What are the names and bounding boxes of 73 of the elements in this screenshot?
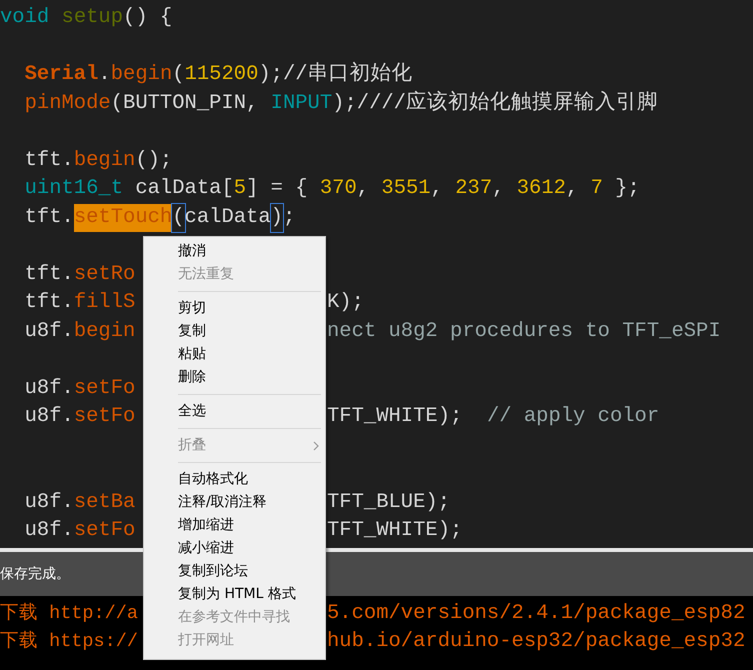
code-token: 3551 <box>381 176 431 202</box>
code-token: , <box>430 176 444 202</box>
code-token: TFT_WHITE); <box>327 518 462 544</box>
code-token: u8f. <box>24 518 74 544</box>
code-comment: // apply color <box>486 404 660 430</box>
code-token: u8f. <box>24 404 74 430</box>
code-token: tft. <box>24 204 74 230</box>
code-token: 370 <box>320 176 357 202</box>
code-token: ] = { <box>246 176 309 202</box>
code-token: setFo <box>74 404 136 430</box>
code-token: 237 <box>455 176 492 202</box>
code-token: begin <box>110 62 172 88</box>
code-token: );////应该初始化触摸屏输入引脚 <box>332 90 658 116</box>
code-token: (BUTTON_PIN, <box>110 90 260 116</box>
code-token: , <box>492 176 506 202</box>
code-token: (); <box>135 148 172 174</box>
menu-item[interactable]: 自动格式化 <box>144 468 325 491</box>
menu-item[interactable]: 复制为 HTML 格式 <box>144 583 325 606</box>
menu-item[interactable]: 复制 <box>144 320 325 343</box>
code-token: u8f. <box>24 318 74 344</box>
menu-item[interactable]: 撤消 <box>144 240 325 263</box>
code-token: tft. <box>24 148 74 174</box>
code-token: pinMode <box>24 90 111 116</box>
highlighted-code: setTouch <box>74 204 172 232</box>
code-token: setFo <box>74 518 136 544</box>
code-token: ) <box>270 204 283 232</box>
code-token: 115200 <box>184 62 258 88</box>
code-token: tft. <box>24 262 74 288</box>
code-token: begin <box>74 318 136 344</box>
code-token: 3612 <box>516 176 566 202</box>
code-token: ; <box>282 204 296 230</box>
menu-item[interactable]: 剪切 <box>144 297 325 320</box>
code-token: }; <box>614 176 640 202</box>
code-token: calData[ <box>134 176 234 202</box>
status-text: 保存完成。 <box>0 564 70 584</box>
code-token: . <box>98 62 111 88</box>
console-text: 5.com/versions/2.4.1/package_esp82 <box>327 601 746 627</box>
code-token: INPUT <box>270 90 332 116</box>
console-text: hub.io/arduino-esp32/package_esp32 <box>327 629 746 655</box>
code-token: );//串口初始化 <box>258 61 413 88</box>
menu-item[interactable]: 复制到论坛 <box>144 560 325 583</box>
code-token: K); <box>327 290 364 316</box>
code-token: 5 <box>234 176 246 202</box>
code-token: begin <box>74 148 136 174</box>
code-token: fillS <box>74 290 136 316</box>
menu-item[interactable]: 减小缩进 <box>144 537 325 560</box>
menu-item[interactable]: 全选 <box>144 400 325 423</box>
code-token: setBa <box>74 490 136 516</box>
code-token: u8f. <box>24 376 74 402</box>
code-token: ( <box>172 62 185 88</box>
code-token: , <box>356 176 370 202</box>
code-token: tft. <box>24 290 74 316</box>
code-token: 7 <box>590 176 603 202</box>
code-token: TFT_WHITE); <box>327 404 464 430</box>
code-token: Serial <box>24 62 98 88</box>
code-token: setRo <box>74 262 136 288</box>
console-text: 下载 https:// <box>0 631 138 652</box>
code-token: () { <box>123 5 172 31</box>
code-token: void <box>0 5 50 31</box>
chevron-right-icon <box>313 440 319 450</box>
console-text: 下载 http://a <box>0 603 138 624</box>
code-token: uint16_t <box>24 176 124 202</box>
menu-item[interactable]: 增加缩进 <box>144 514 325 537</box>
code-token: setup <box>60 5 124 31</box>
menu-item[interactable]: 粘贴 <box>144 343 325 366</box>
code-token: , <box>566 176 580 202</box>
code-comment: nect u8g2 procedures to TFT_eSPI <box>327 318 721 344</box>
menu-item[interactable]: 注释/取消注释 <box>144 491 325 514</box>
menu-item[interactable]: 删除 <box>144 366 325 389</box>
code-token: setFo <box>74 376 136 402</box>
code-token: u8f. <box>24 490 74 516</box>
code-token: ( <box>172 204 185 232</box>
code-token: TFT_BLUE); <box>327 490 450 516</box>
